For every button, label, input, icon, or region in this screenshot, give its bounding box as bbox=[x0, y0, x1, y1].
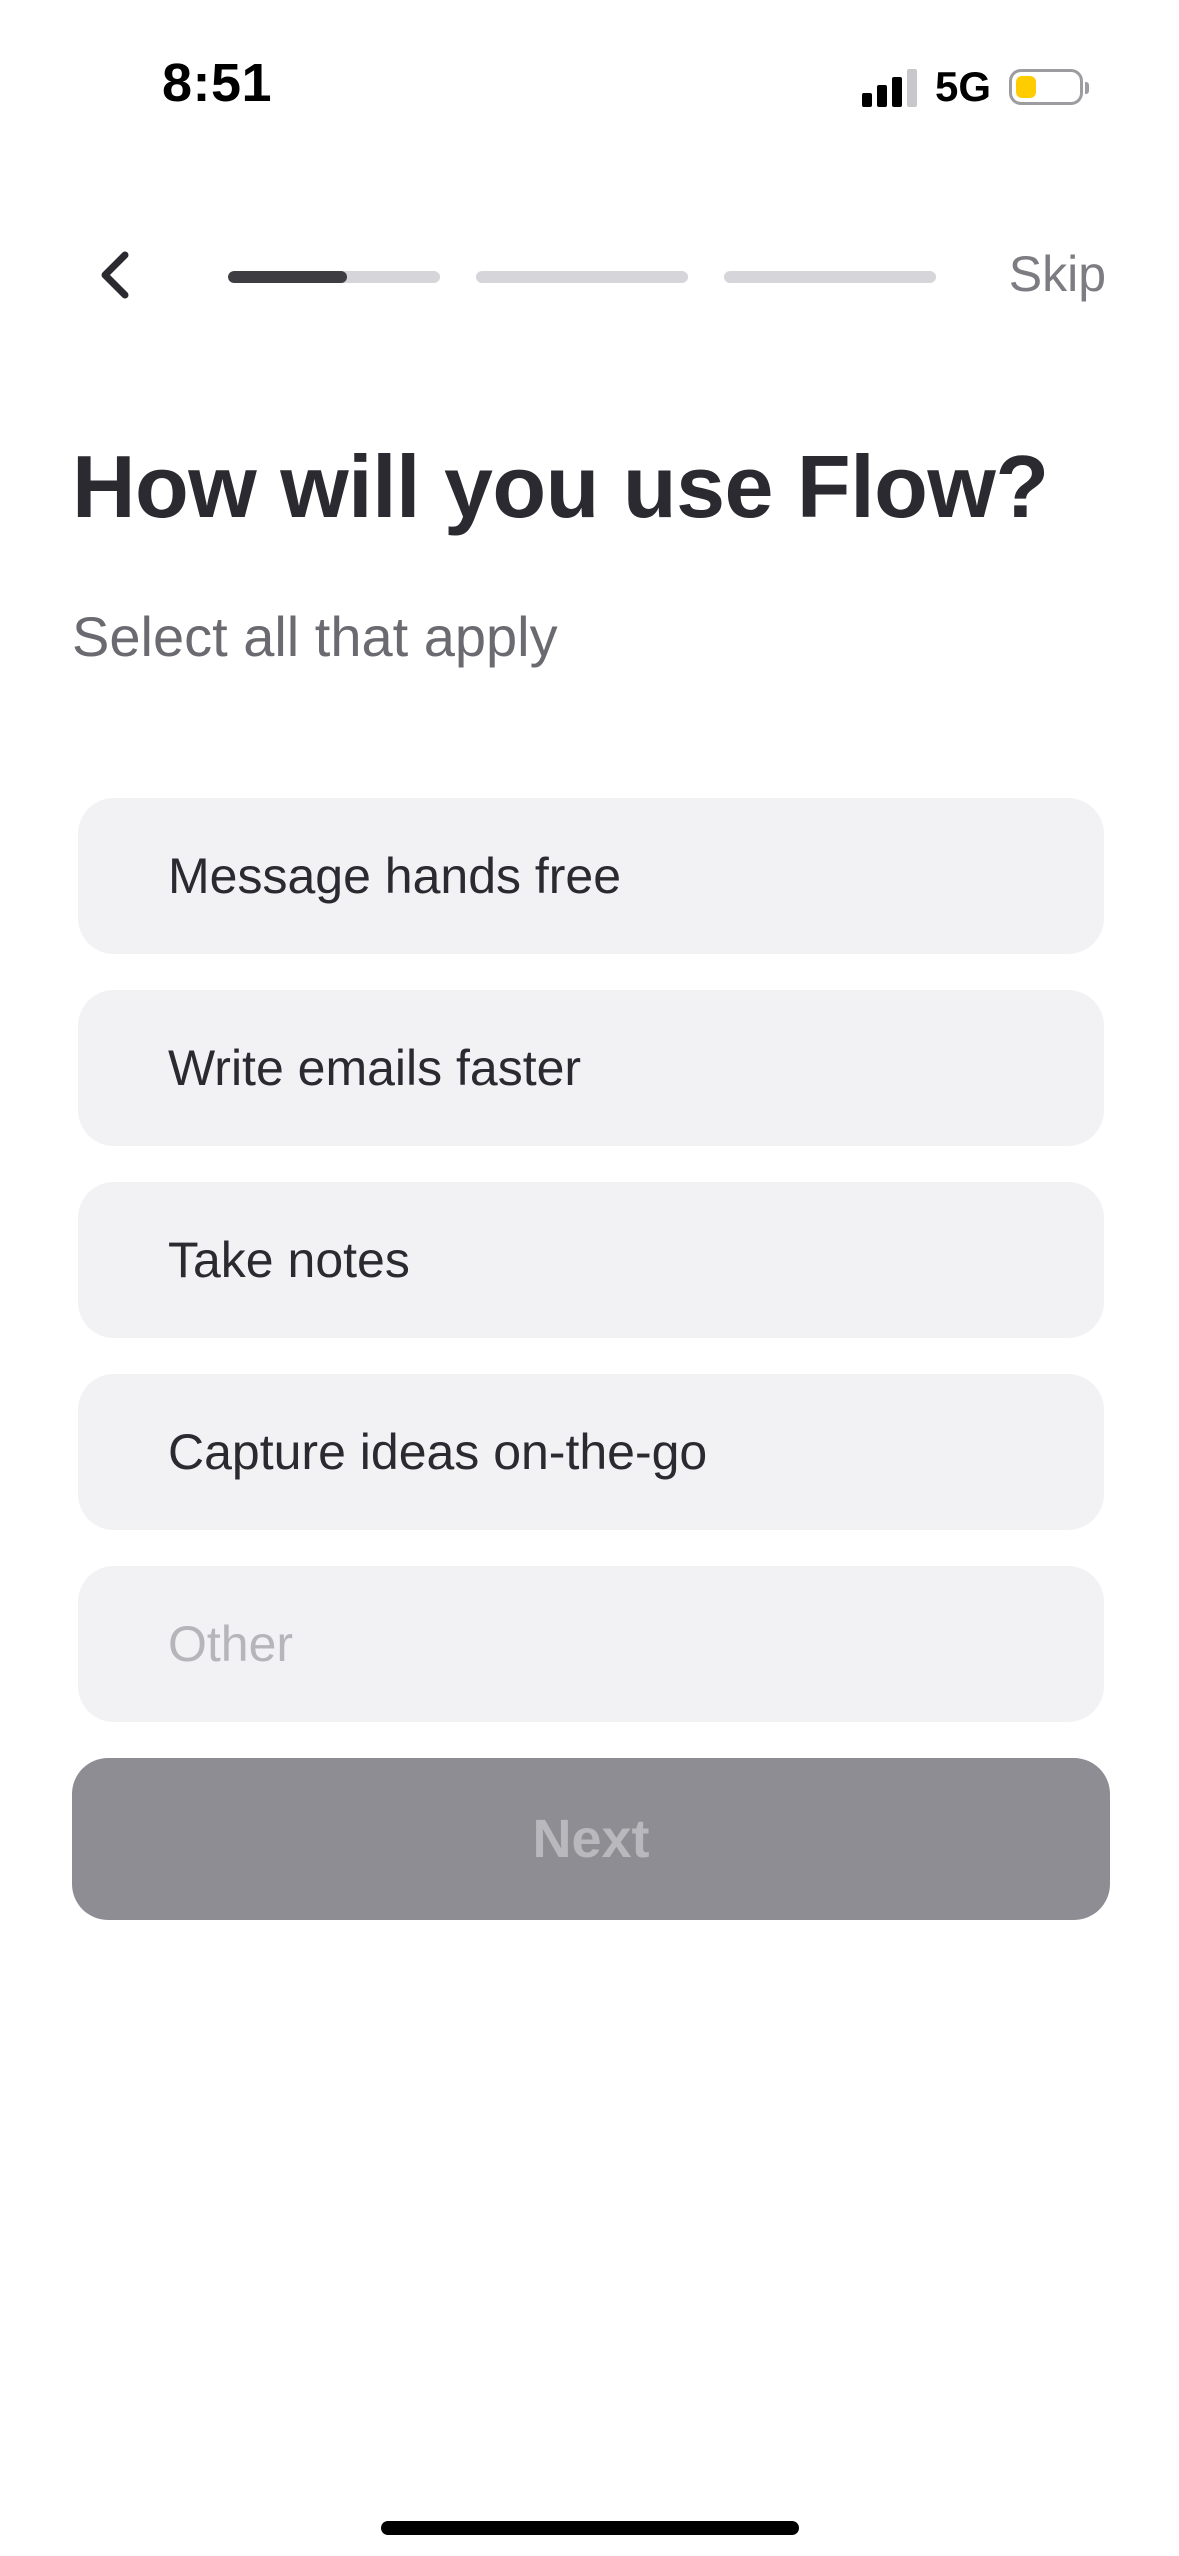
chevron-left-icon bbox=[101, 251, 129, 299]
option-capture-ideas[interactable]: Capture ideas on-the-go bbox=[78, 1374, 1104, 1530]
cellular-signal-icon bbox=[861, 67, 917, 107]
home-indicator bbox=[381, 2521, 799, 2535]
status-time: 8:51 bbox=[162, 53, 273, 113]
battery-level bbox=[1016, 76, 1036, 98]
status-bar: 8:51 5G bbox=[0, 0, 1179, 160]
progress-fill bbox=[228, 271, 347, 283]
back-button[interactable] bbox=[80, 240, 150, 310]
progress-segment-1 bbox=[228, 271, 440, 283]
other-input[interactable] bbox=[78, 1566, 1104, 1722]
option-take-notes[interactable]: Take notes bbox=[78, 1182, 1104, 1338]
next-button[interactable]: Next bbox=[72, 1758, 1110, 1920]
skip-link[interactable]: Skip bbox=[1009, 245, 1106, 303]
option-write-emails-faster[interactable]: Write emails faster bbox=[78, 990, 1104, 1146]
progress-segment-2 bbox=[476, 271, 688, 283]
progress-segment-3 bbox=[724, 271, 936, 283]
page-subtitle: Select all that apply bbox=[72, 605, 558, 668]
page-title: How will you use Flow? bbox=[72, 437, 1049, 536]
battery-icon bbox=[1009, 69, 1089, 105]
option-message-hands-free[interactable]: Message hands free bbox=[78, 798, 1104, 954]
status-indicators: 5G bbox=[861, 62, 1089, 112]
network-type: 5G bbox=[934, 63, 991, 110]
